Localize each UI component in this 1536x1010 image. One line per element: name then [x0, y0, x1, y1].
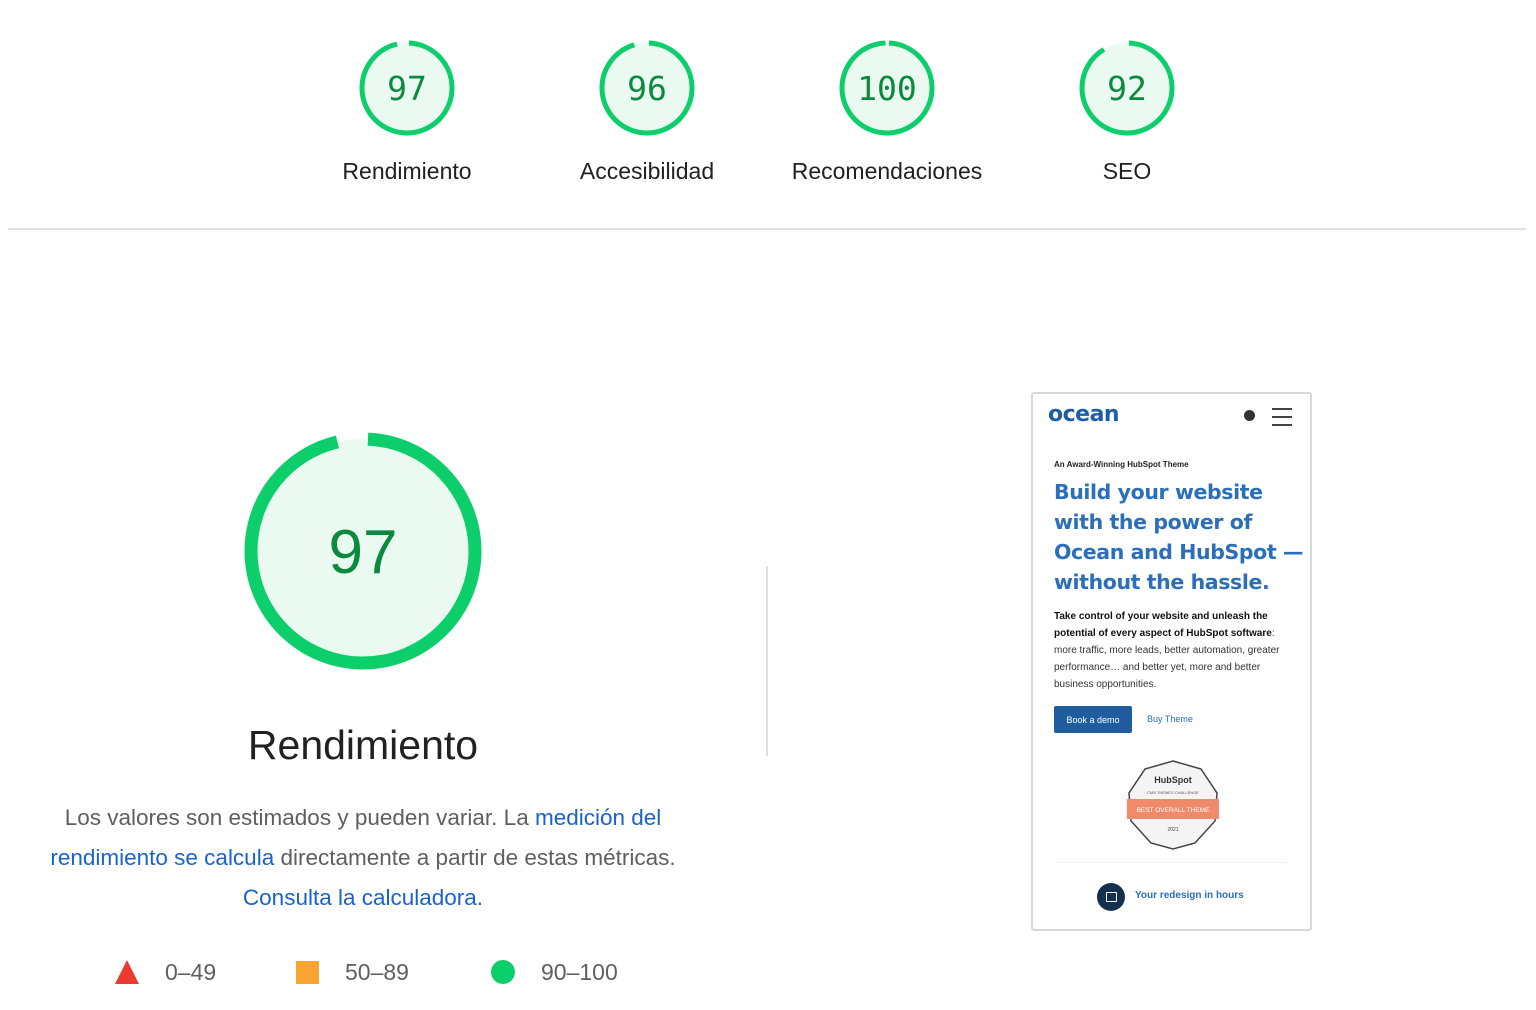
- gauge-score: 92: [1107, 69, 1147, 108]
- gauge-ring: 100: [839, 40, 935, 136]
- gauge-ring: 92: [1079, 40, 1175, 136]
- legend-range: 50–89: [345, 958, 409, 985]
- gauge-score: 97: [387, 69, 427, 108]
- legend-range: 90–100: [541, 958, 618, 985]
- legend-average: 50–89: [296, 954, 409, 990]
- calendar-icon: [1097, 883, 1125, 911]
- buy-theme-link: Buy Theme: [1147, 714, 1193, 724]
- legend-fail: 0–49: [115, 954, 216, 990]
- performance-title: Rendimiento: [247, 722, 479, 768]
- bottom-bar-text: Your redesign in hours: [1135, 890, 1244, 901]
- performance-gauge: 97: [244, 432, 482, 670]
- badge-sub: CMS THEMES CHALLENGE: [1147, 790, 1199, 795]
- gauge-label: Accesibilidad: [579, 158, 715, 184]
- performance-score: 97: [329, 518, 398, 587]
- performance-description: Los valores son estimados y pueden varia…: [30, 798, 696, 918]
- site-headline: Build your website with the power of Oce…: [1054, 480, 1304, 594]
- award-badge: HubSpot CMS THEMES CHALLENGE BEST OVERAL…: [1127, 760, 1219, 850]
- legend-pass: 90–100: [491, 954, 618, 990]
- gauge-recomendaciones[interactable]: 100 Recomendaciones: [767, 38, 1007, 185]
- legend-range: 0–49: [165, 958, 217, 985]
- site-body-bold: Take control of your website and unleash…: [1054, 611, 1272, 639]
- category-gauges: 97 Rendimiento 96 Accesibilidad 100 Reco…: [0, 38, 1536, 198]
- gauge-score: 100: [857, 69, 917, 108]
- desc-text: directamente a partir de estas métricas.: [274, 845, 676, 870]
- gauge-ring: 96: [599, 40, 695, 136]
- gauge-rendimiento[interactable]: 97 Rendimiento: [287, 38, 527, 185]
- site-body: Take control of your website and unleash…: [1054, 608, 1299, 693]
- calculator-link[interactable]: Consulta la calculadora.: [243, 885, 483, 910]
- triangle-icon: [115, 960, 139, 984]
- site-logo: ocean: [1048, 402, 1120, 427]
- section-divider: [8, 228, 1526, 230]
- gauge-ring: 97: [359, 40, 455, 136]
- bottom-bar: Your redesign in hours: [1055, 862, 1287, 927]
- book-demo-button: Book a demo: [1054, 706, 1132, 733]
- badge-ribbon: BEST OVERALL THEME: [1137, 807, 1211, 814]
- gauge-label: Rendimiento: [342, 158, 472, 184]
- score-legend: 0–49 50–89 90–100: [0, 954, 760, 990]
- square-icon: [296, 960, 319, 984]
- circle-icon: [491, 960, 515, 984]
- gauge-accesibilidad[interactable]: 96 Accesibilidad: [527, 38, 767, 185]
- globe-icon: [1244, 410, 1255, 421]
- desc-text: Los valores son estimados y pueden varia…: [64, 805, 535, 830]
- gauge-score: 96: [627, 69, 667, 108]
- gauge-label: Recomendaciones: [791, 158, 983, 184]
- vertical-divider: [766, 566, 768, 756]
- hamburger-menu-icon: [1272, 408, 1292, 432]
- final-screenshot: ocean An Award-Winning HubSpot Theme Bui…: [1031, 392, 1312, 931]
- site-kicker: An Award-Winning HubSpot Theme: [1054, 460, 1189, 469]
- badge-year: 2021: [1167, 827, 1178, 833]
- gauge-label: SEO: [1102, 158, 1152, 184]
- gauge-seo[interactable]: 92 SEO: [1007, 38, 1247, 185]
- badge-brand: HubSpot: [1154, 775, 1192, 785]
